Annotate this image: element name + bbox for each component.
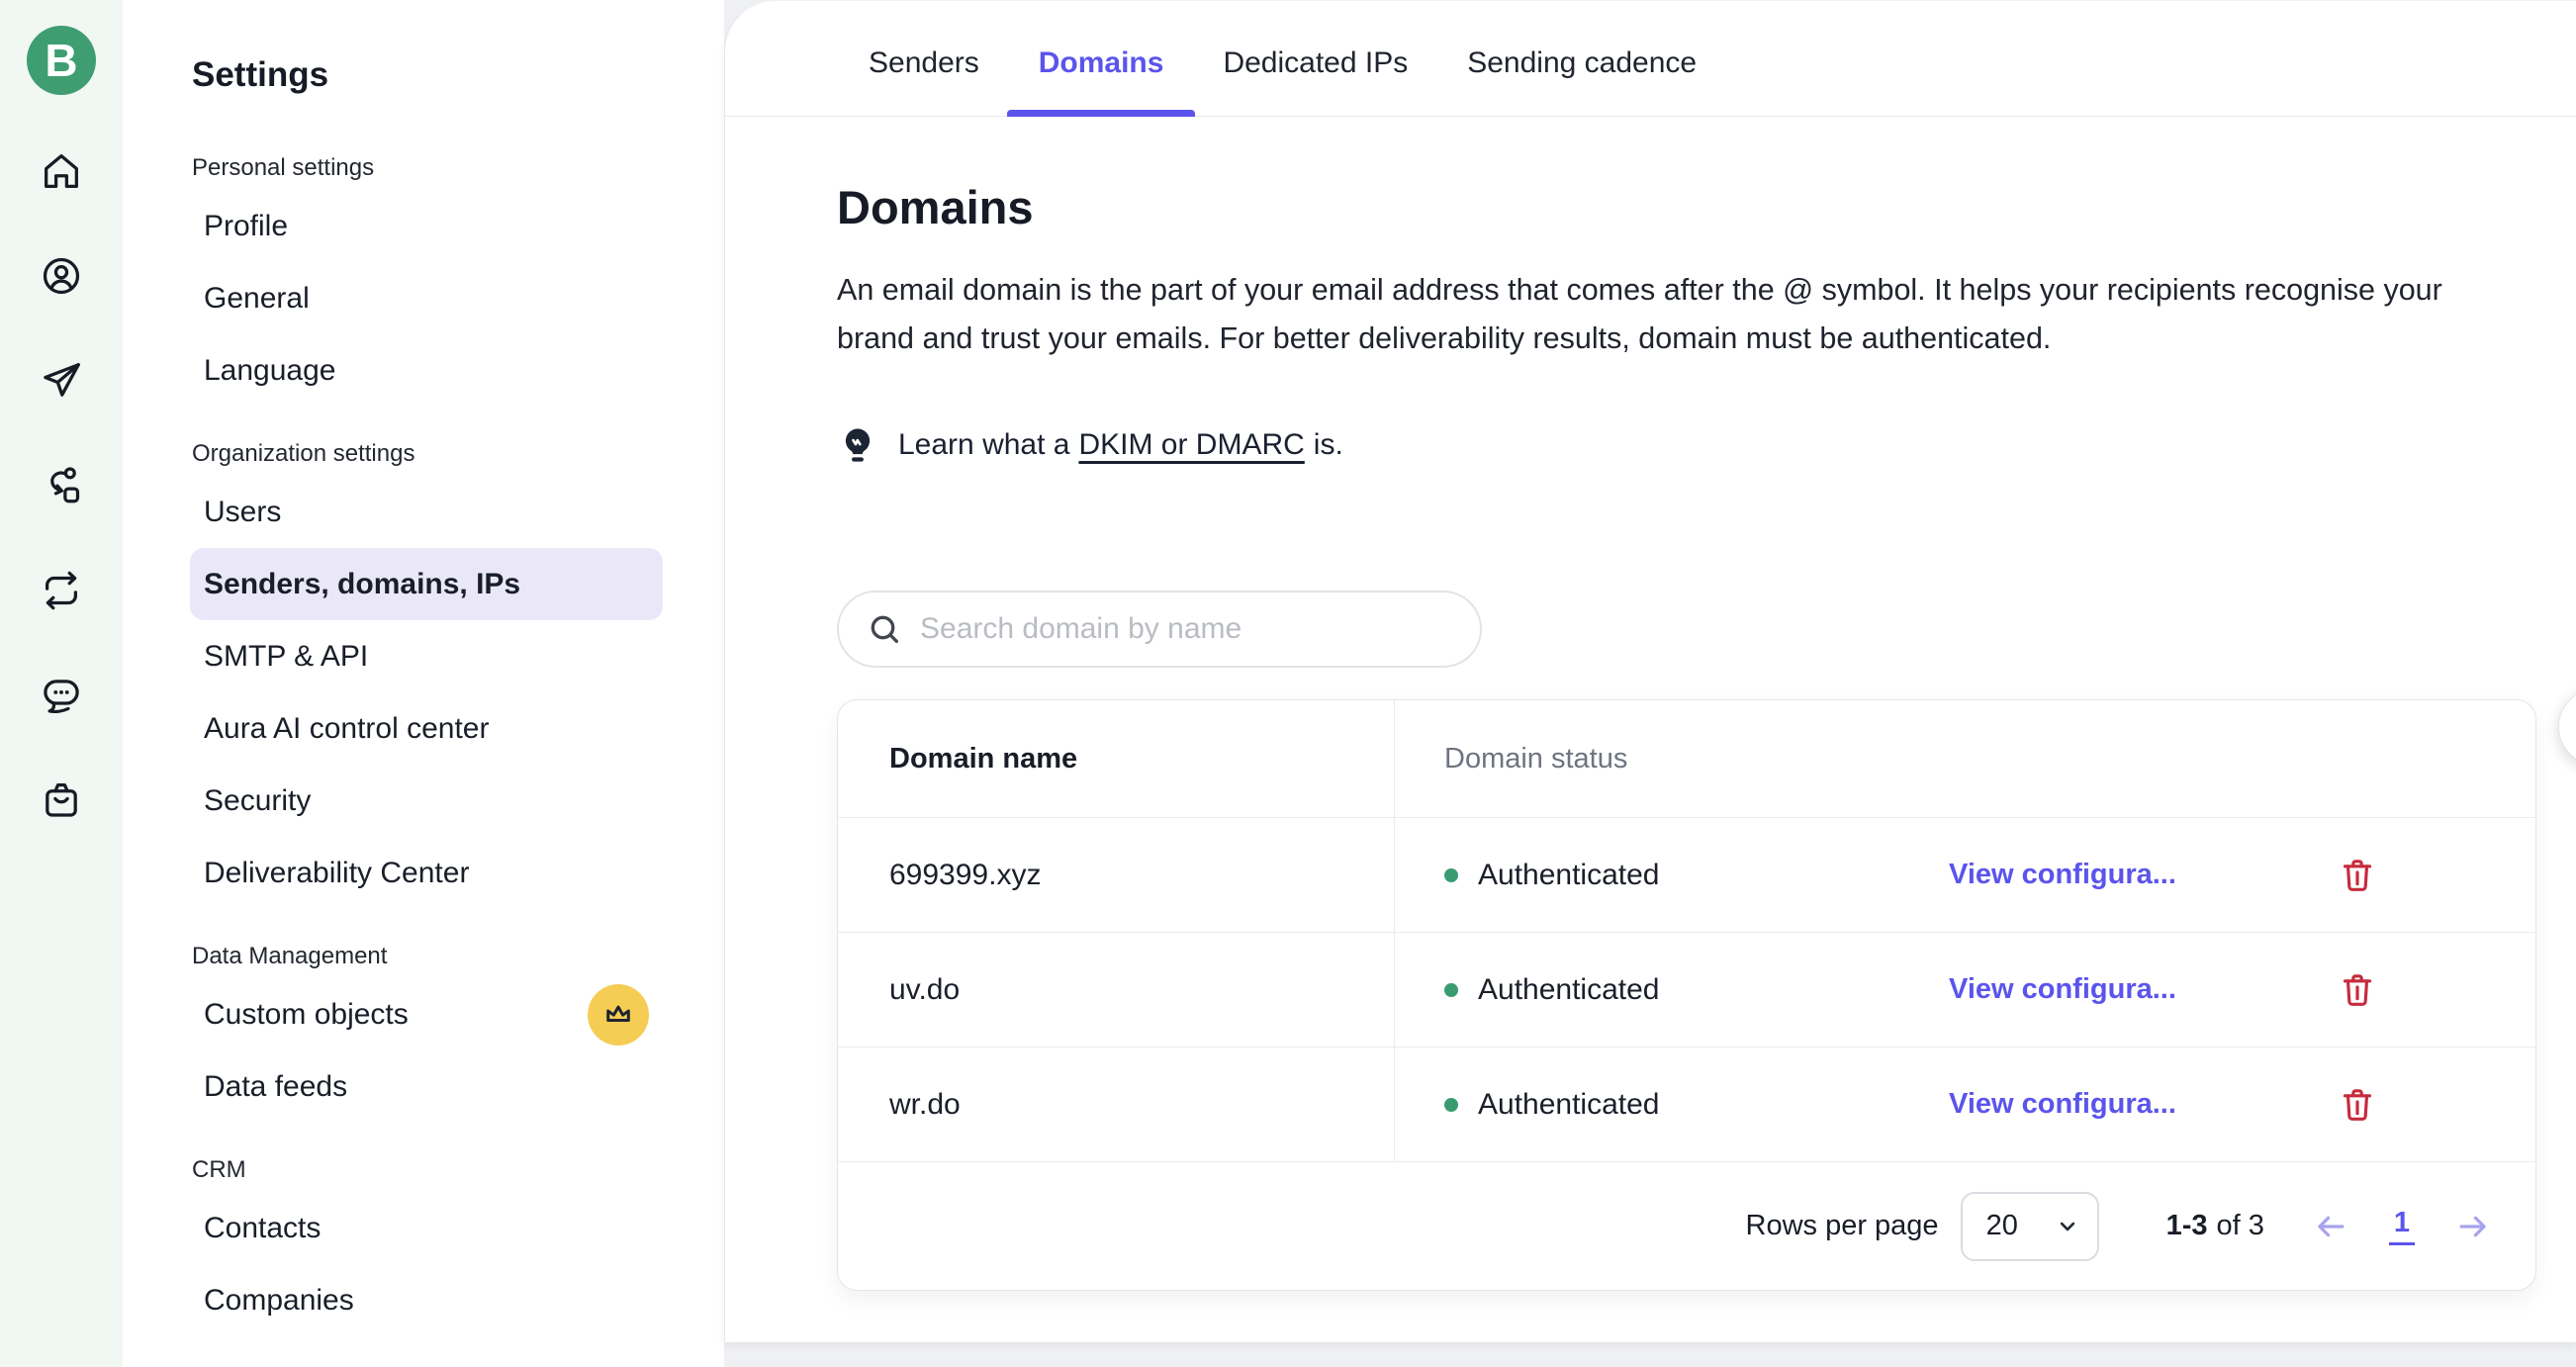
view-configuration-link[interactable]: View configura... xyxy=(1949,973,2338,1006)
domain-status: Authenticated xyxy=(1444,859,1949,892)
trash-icon xyxy=(2338,968,2377,1012)
domain-name-cell: wr.do xyxy=(838,1048,1395,1161)
page-number-1[interactable]: 1 xyxy=(2389,1207,2415,1245)
automation-flow-icon[interactable] xyxy=(39,463,84,508)
brevo-logo[interactable]: B xyxy=(27,26,96,95)
previous-page-button[interactable] xyxy=(2312,1208,2349,1245)
trash-icon xyxy=(2338,1083,2377,1127)
tab-dedicated-ips[interactable]: Dedicated IPs xyxy=(1223,46,1408,116)
column-header-domain-name: Domain name xyxy=(838,700,1395,817)
view-configuration-link[interactable]: View configura... xyxy=(1949,859,2338,891)
sidebar-title: Settings xyxy=(192,55,694,95)
column-header-domain-status: Domain status xyxy=(1395,700,2535,817)
tab-bar: Senders Domains Dedicated IPs Sending ca… xyxy=(725,1,2576,117)
sidebar-item-profile[interactable]: Profile xyxy=(190,190,663,262)
delete-domain-button[interactable] xyxy=(2338,968,2377,1012)
sidebar-item-general[interactable]: General xyxy=(190,262,663,334)
learn-text: Learn what a xyxy=(898,428,1069,462)
status-dot-icon xyxy=(1444,983,1458,997)
sidebar-item-senders-domains-ips[interactable]: Senders, domains, IPs xyxy=(190,548,663,620)
view-configuration-link[interactable]: View configura... xyxy=(1949,1088,2338,1121)
lightbulb-icon xyxy=(837,424,878,466)
section-label-organization-settings: Organization settings xyxy=(192,432,694,476)
table-row: wr.do Authenticated View configura... xyxy=(838,1047,2535,1161)
page-description: An email domain is the part of your emai… xyxy=(837,266,2459,363)
page-title: Domains xyxy=(837,180,2576,234)
settings-sidebar: Settings Personal settings Profile Gener… xyxy=(123,0,724,1367)
rows-per-page-label: Rows per page xyxy=(1746,1210,1939,1242)
learn-text-suffix: is. xyxy=(1314,428,1343,462)
sidebar-item-data-feeds[interactable]: Data feeds xyxy=(190,1050,663,1123)
table-header: Domain name Domain status xyxy=(838,700,2535,817)
rows-per-page-select[interactable]: 20 xyxy=(1961,1192,2099,1261)
commerce-bag-icon[interactable] xyxy=(39,777,84,823)
next-page-button[interactable] xyxy=(2454,1208,2492,1245)
search-input[interactable] xyxy=(918,611,1452,647)
learn-row: Learn what a DKIM or DMARC is. xyxy=(837,424,2576,466)
main-canvas: Senders Domains Dedicated IPs Sending ca… xyxy=(724,0,2576,1342)
tab-senders[interactable]: Senders xyxy=(869,46,979,116)
status-dot-icon xyxy=(1444,868,1458,882)
home-icon[interactable] xyxy=(39,148,84,194)
table-row: 699399.xyz Authenticated View configura.… xyxy=(838,817,2535,932)
sidebar-item-smtp-api[interactable]: SMTP & API xyxy=(190,620,663,692)
app-rail: B xyxy=(0,0,123,1367)
section-label-data-management: Data Management xyxy=(192,935,694,978)
tab-domains[interactable]: Domains xyxy=(1039,46,1164,116)
arrow-left-icon xyxy=(2312,1208,2349,1245)
sidebar-item-contacts[interactable]: Contacts xyxy=(190,1192,663,1264)
status-dot-icon xyxy=(1444,1098,1458,1112)
section-label-crm: CRM xyxy=(192,1148,694,1192)
transactional-repeat-icon[interactable] xyxy=(39,568,84,613)
sidebar-item-deliverability-center[interactable]: Deliverability Center xyxy=(190,837,663,909)
table-footer: Rows per page 20 1-3 of 3 1 xyxy=(838,1161,2535,1290)
section-label-personal-settings: Personal settings xyxy=(192,146,694,190)
table-row: uv.do Authenticated View configura... xyxy=(838,932,2535,1047)
sidebar-item-language[interactable]: Language xyxy=(190,334,663,407)
sidebar-item-companies[interactable]: Companies xyxy=(190,1264,663,1336)
sidebar-item-users[interactable]: Users xyxy=(190,476,663,548)
conversations-chat-icon[interactable] xyxy=(39,673,84,718)
campaigns-send-icon[interactable] xyxy=(39,358,84,404)
delete-domain-button[interactable] xyxy=(2338,1083,2377,1127)
domain-name-cell: 699399.xyz xyxy=(838,818,1395,932)
main-area: Senders Domains Dedicated IPs Sending ca… xyxy=(724,0,2576,1367)
sidebar-item-aura-ai-control-center[interactable]: Aura AI control center xyxy=(190,692,663,765)
trash-icon xyxy=(2338,854,2377,897)
dkim-dmarc-link[interactable]: DKIM or DMARC xyxy=(1078,428,1304,462)
tab-sending-cadence[interactable]: Sending cadence xyxy=(1467,46,1697,116)
account-icon[interactable] xyxy=(39,253,84,299)
domain-name-cell: uv.do xyxy=(838,933,1395,1047)
domain-status: Authenticated xyxy=(1444,1088,1949,1122)
search-icon xyxy=(867,611,902,647)
crown-icon xyxy=(588,984,649,1046)
domains-table: Domain name Domain status 699399.xyz Aut… xyxy=(837,699,2536,1291)
arrow-right-icon xyxy=(2454,1208,2492,1245)
chevron-down-icon xyxy=(2054,1213,2081,1240)
pagination-range: 1-3 of 3 xyxy=(2166,1210,2264,1242)
search-box xyxy=(837,591,1482,668)
sidebar-item-security[interactable]: Security xyxy=(190,765,663,837)
delete-domain-button[interactable] xyxy=(2338,854,2377,897)
domain-status: Authenticated xyxy=(1444,973,1949,1007)
sidebar-item-custom-objects[interactable]: Custom objects xyxy=(190,978,663,1050)
